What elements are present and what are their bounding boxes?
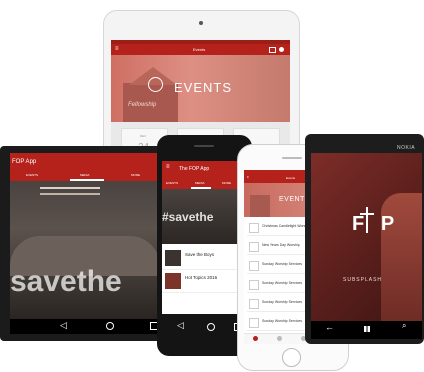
media-title: Save the Boys (185, 252, 215, 257)
tablet-app-title: FOP App (12, 159, 37, 165)
tablet-hashtag-overlay: savethe (10, 265, 122, 298)
tablet-tab-events[interactable]: EVENTS (26, 174, 38, 177)
calendar-icon (249, 242, 259, 252)
menu-icon[interactable]: ≡ (115, 46, 119, 52)
tablet-nav-bar (10, 319, 160, 334)
event-title: Sunday Worship Services (262, 319, 303, 323)
iphone-home-button[interactable] (282, 348, 301, 367)
media-thumbnail (165, 273, 181, 289)
nokia-footer-brand: SUBSPLASH (343, 277, 383, 283)
home-icon[interactable] (207, 323, 215, 331)
tablet-screen: FOP App EVENTS MEDIA MORE savethe (10, 153, 160, 319)
android-hashtag-overlay: #savethe (162, 210, 214, 224)
android-tab-media[interactable]: MEDIA (195, 182, 205, 185)
cross-logo-icon (148, 77, 163, 92)
menu-icon[interactable]: ≡ (166, 164, 170, 170)
tab-icon-media[interactable] (277, 336, 282, 341)
back-arrow-icon[interactable]: ← (325, 322, 334, 332)
home-icon[interactable] (106, 322, 114, 330)
back-icon[interactable]: ◁ (177, 320, 184, 331)
tablet-tab-media[interactable]: MEDIA (80, 174, 90, 177)
media-title: Hot Topics 2016 (185, 275, 218, 280)
calendar-icon (249, 299, 259, 309)
media-thumbnail (165, 250, 181, 266)
nokia-logo-text: F P (352, 213, 395, 235)
event-title: Christmas Candlelight Worship (262, 224, 310, 228)
android-tab-more[interactable]: MORE (222, 182, 231, 185)
cross-logo-icon (366, 207, 368, 233)
event-title: Sunday Worship Services (262, 300, 303, 304)
android-header: ≡ The FOP App EVENTS MEDIA MORE (162, 161, 247, 189)
back-icon[interactable]: ◁ (60, 320, 67, 331)
event-title: Sunday Worship Services (262, 281, 303, 285)
ipad-header-title: Events (193, 47, 206, 52)
event-title: Sunday Worship Services (262, 262, 303, 266)
tablet-header: FOP App EVENTS MEDIA MORE (10, 153, 160, 181)
event-title: New Years Day Worship (262, 243, 300, 247)
android-app-title: The FOP App (179, 166, 210, 172)
android-earpiece (194, 145, 214, 147)
media-list-item[interactable]: Hot Topics 2016 (162, 270, 247, 293)
android-screen: ≡ The FOP App EVENTS MEDIA MORE #savethe… (162, 161, 247, 314)
nokia-screen: F P SUBSPLASH (311, 153, 422, 321)
user-icon[interactable] (279, 47, 284, 52)
search-icon[interactable]: ⌕ (402, 321, 406, 331)
ceiling-lights (40, 187, 100, 189)
calendar-icon (249, 261, 259, 271)
android-media-photo: #savethe (162, 189, 247, 244)
ipad-header: ≡ Events (111, 44, 290, 55)
android-tab-events[interactable]: EVENTS (166, 182, 178, 185)
tab-icon-home[interactable] (253, 336, 258, 341)
windows-logo-icon[interactable] (364, 326, 370, 332)
cross-logo-arm (360, 213, 374, 215)
ipad-camera (199, 21, 203, 25)
iphone-header-title: Events (286, 176, 296, 180)
iphone-earpiece (282, 157, 302, 159)
nokia-brand: NOKIA (397, 145, 416, 151)
cast-icon[interactable] (269, 47, 276, 53)
ipad-events-banner: Fellowship EVENTS (111, 55, 290, 122)
calendar-icon (249, 223, 259, 233)
media-list-item[interactable]: Save the Boys (162, 247, 247, 270)
tile-month: DEC (140, 134, 147, 138)
banner-sign: Fellowship (128, 102, 157, 108)
menu-icon[interactable]: ≡ (247, 176, 249, 179)
ipad-banner-title: EVENTS (174, 80, 233, 95)
calendar-icon (249, 280, 259, 290)
tablet-tab-more[interactable]: MORE (131, 174, 140, 177)
banner-building (250, 195, 270, 217)
calendar-icon (249, 318, 259, 328)
